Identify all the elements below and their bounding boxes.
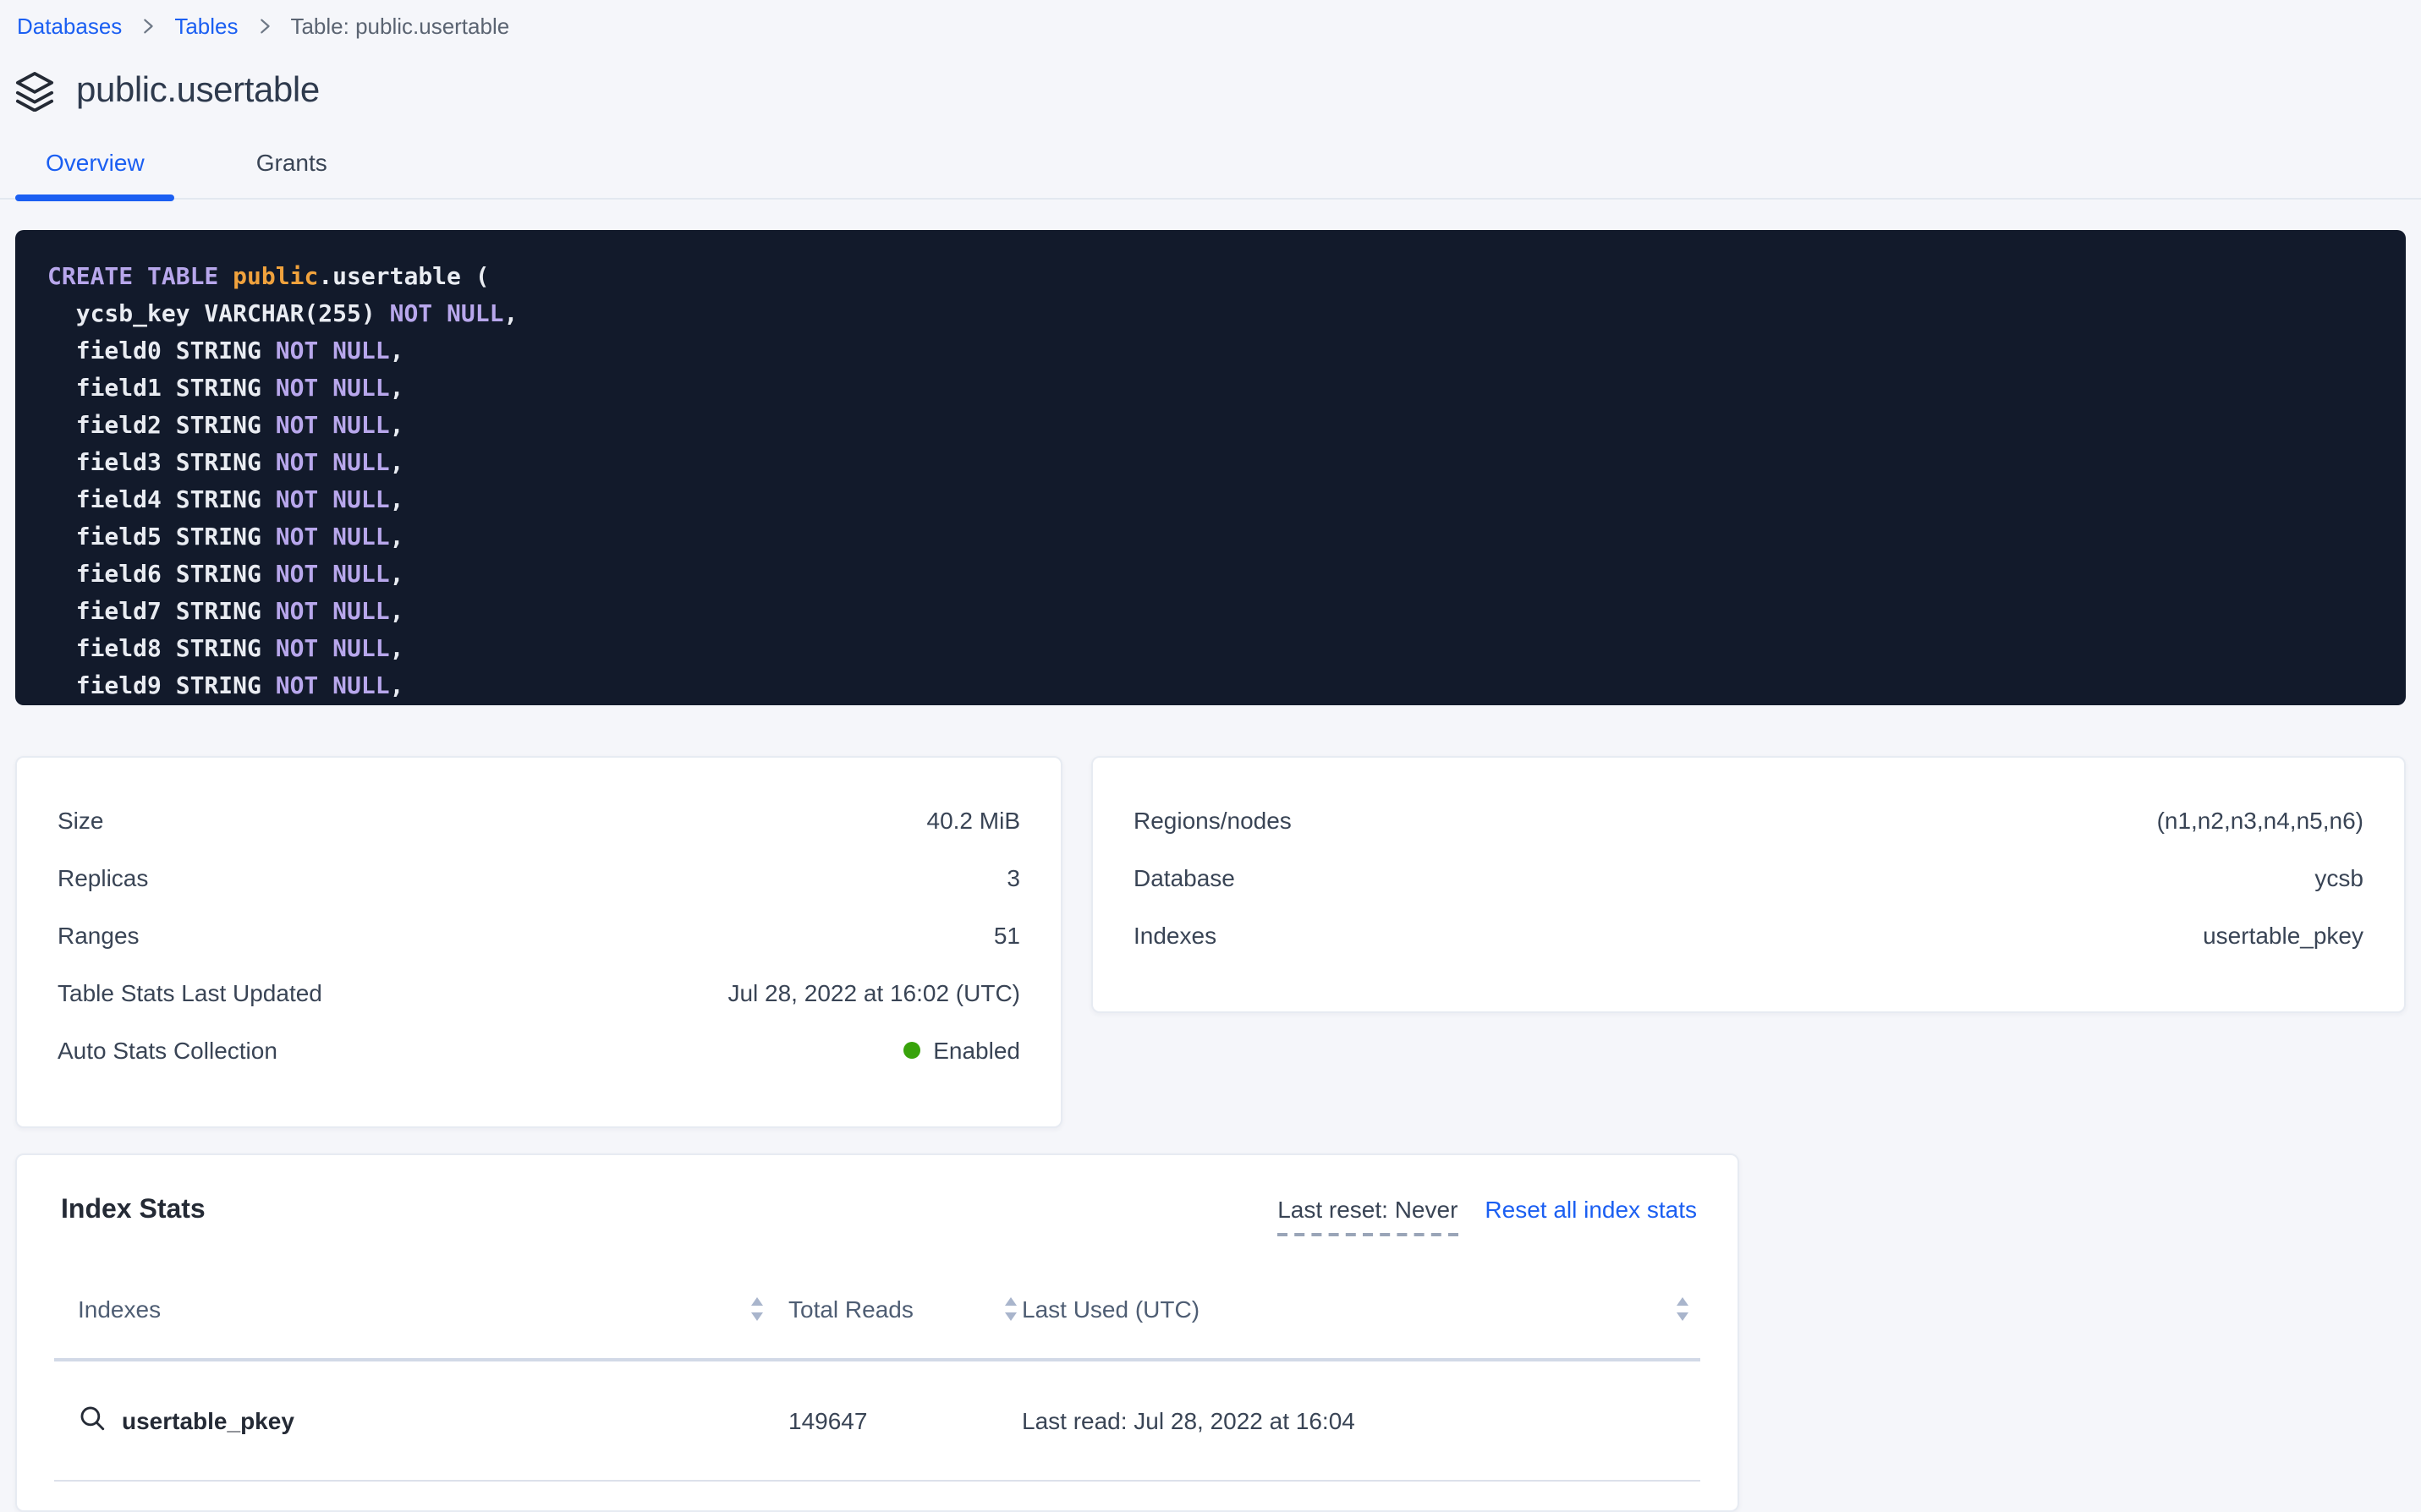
reset-all-index-stats-link[interactable]: Reset all index stats	[1485, 1196, 1697, 1223]
index-stats-row: usertable_pkey 149647 Last read: Jul 28,…	[54, 1361, 1700, 1482]
regions-card: Regions/nodes (n1,n2,n3,n4,n5,n6) Databa…	[1091, 756, 2406, 1013]
sort-arrows-icon[interactable]	[1675, 1296, 1690, 1323]
stat-row-stats-updated: Table Stats Last Updated Jul 28, 2022 at…	[58, 964, 1020, 1022]
details-cards: Size 40.2 MiB Replicas 3 Ranges 51 Table…	[15, 756, 2406, 1128]
breadcrumb-current: Table: public.usertable	[290, 14, 509, 39]
stat-row-replicas: Replicas 3	[58, 849, 1020, 907]
table-details-card: Size 40.2 MiB Replicas 3 Ranges 51 Table…	[15, 756, 1062, 1128]
create-table-statement: CREATE TABLE public.usertable ( ycsb_key…	[15, 230, 2406, 705]
sort-arrows-icon[interactable]	[749, 1296, 765, 1323]
search-icon	[78, 1404, 107, 1438]
column-header-last-used[interactable]: Last Used (UTC)	[1018, 1296, 1700, 1323]
index-stats-table-header: Indexes Total Reads Last Used (UTC)	[54, 1260, 1700, 1361]
sql-line: field5 STRING NOT NULL,	[47, 519, 2406, 556]
sql-line: field8 STRING NOT NULL,	[47, 631, 2406, 668]
breadcrumb-link-tables[interactable]: Tables	[174, 14, 238, 39]
index-stats-card: Index Stats Last reset: Never Reset all …	[15, 1153, 1739, 1512]
stat-row-indexes: Indexes usertable_pkey	[1134, 907, 2363, 964]
stat-row-database: Database ycsb	[1134, 849, 2363, 907]
sql-line: field4 STRING NOT NULL,	[47, 482, 2406, 519]
index-name-link[interactable]: usertable_pkey	[122, 1407, 294, 1434]
sql-line: field1 STRING NOT NULL,	[47, 370, 2406, 408]
green-dot-icon	[903, 1042, 920, 1059]
status-badge: Enabled	[933, 1037, 1020, 1064]
sql-line: field0 STRING NOT NULL,	[47, 333, 2406, 370]
sql-line: CREATE TABLE public.usertable (	[47, 259, 2406, 296]
page-header: public.usertable	[15, 71, 2421, 112]
page-title: public.usertable	[76, 71, 320, 112]
index-stats-table: Indexes Total Reads Last Used (UTC)	[54, 1260, 1700, 1482]
stat-row-size: Size 40.2 MiB	[58, 792, 1020, 849]
sql-line: field9 STRING NOT NULL,	[47, 668, 2406, 705]
tab-overview[interactable]: Overview	[15, 149, 175, 198]
stat-row-regions: Regions/nodes (n1,n2,n3,n4,n5,n6)	[1134, 792, 2363, 849]
column-header-indexes[interactable]: Indexes	[54, 1296, 765, 1323]
last-reset-info[interactable]: Last reset: Never	[1277, 1196, 1458, 1236]
tab-bar: Overview Grants	[0, 149, 2421, 200]
breadcrumb-link-databases[interactable]: Databases	[17, 14, 122, 39]
tab-grants[interactable]: Grants	[226, 149, 358, 198]
total-reads-value: 149647	[788, 1407, 867, 1434]
last-used-value: Last read: Jul 28, 2022 at 16:04	[1022, 1407, 1355, 1434]
chevron-right-icon	[255, 17, 273, 36]
stat-row-auto-stats: Auto Stats Collection Enabled	[58, 1022, 1020, 1079]
sort-arrows-icon[interactable]	[1003, 1296, 1018, 1323]
layers-icon	[15, 71, 54, 112]
breadcrumb: Databases Tables Table: public.usertable	[0, 0, 2421, 39]
index-stats-title: Index Stats	[61, 1196, 206, 1226]
sql-line: ycsb_key VARCHAR(255) NOT NULL,	[47, 296, 2406, 333]
stat-row-ranges: Ranges 51	[58, 907, 1020, 964]
column-header-total-reads[interactable]: Total Reads	[765, 1296, 1018, 1323]
sql-line: field2 STRING NOT NULL,	[47, 408, 2406, 445]
index-stats-header: Index Stats Last reset: Never Reset all …	[17, 1155, 1738, 1236]
chevron-right-icon	[139, 17, 157, 36]
sql-line: field6 STRING NOT NULL,	[47, 556, 2406, 594]
sql-line: field3 STRING NOT NULL,	[47, 445, 2406, 482]
table-details-page: Databases Tables Table: public.usertable…	[0, 0, 2421, 1510]
sql-line: field7 STRING NOT NULL,	[47, 594, 2406, 631]
